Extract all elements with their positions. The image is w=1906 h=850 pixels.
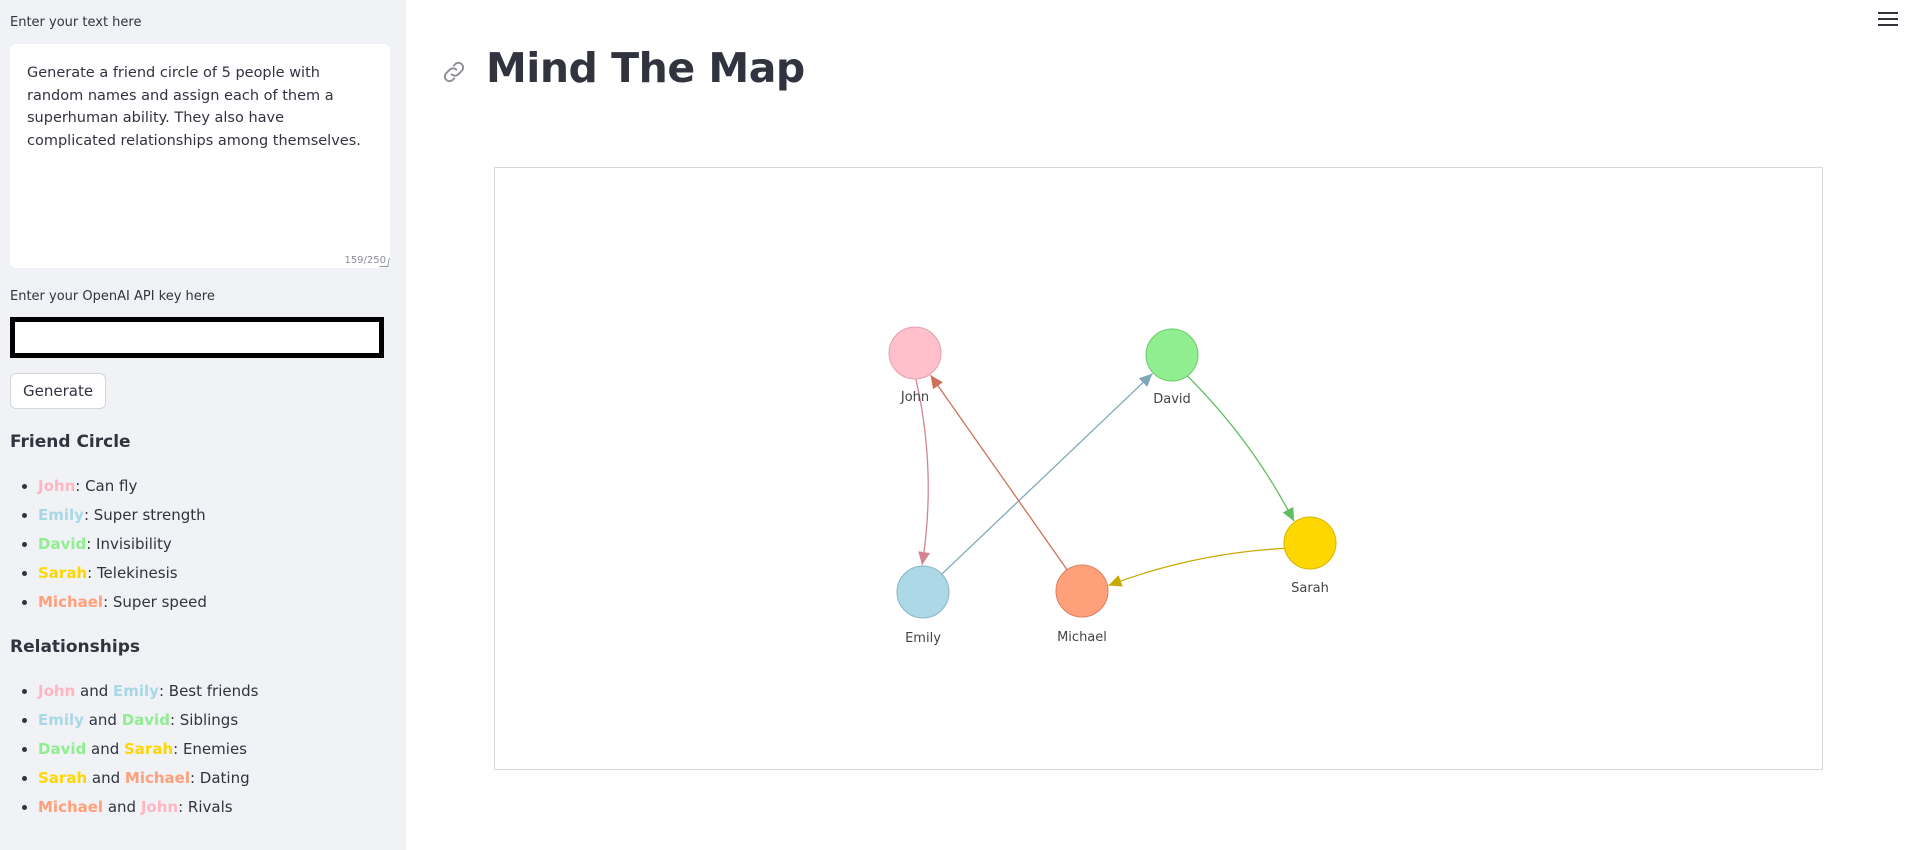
api-key-input[interactable]: [10, 317, 384, 358]
graph-edge[interactable]: [1108, 547, 1285, 587]
relationship-rel: : Enemies: [173, 740, 247, 758]
relationship-b: Sarah: [124, 740, 174, 758]
text-input-label: Enter your text here: [10, 15, 142, 30]
friend-item: Michael: Super speed: [38, 588, 207, 617]
relationship-item: Emily and David: Siblings: [38, 706, 258, 735]
relationship-rel: : Dating: [189, 769, 250, 787]
relationship-b: Emily: [113, 682, 159, 700]
relationship-a: David: [38, 740, 87, 758]
friend-ability: : Invisibility: [86, 535, 172, 553]
api-key-label: Enter your OpenAI API key here: [10, 289, 215, 304]
graph-node-david[interactable]: [1145, 328, 1199, 382]
graph-edge[interactable]: [915, 378, 929, 566]
relationships-list: John and Emily: Best friendsEmily and Da…: [10, 677, 258, 822]
graph-node-label: David: [1153, 392, 1191, 407]
page-title: Mind The Map: [486, 44, 805, 92]
friend-item: John: Can fly: [38, 472, 207, 501]
friend-name: Michael: [38, 593, 104, 611]
relationship-and: and: [103, 798, 141, 816]
edge-arrowhead-icon: [918, 551, 931, 566]
sidebar: Enter your text here Generate a friend c…: [0, 0, 406, 850]
relationship-rel: : Best friends: [158, 682, 259, 700]
relationships-heading: Relationships: [10, 637, 140, 657]
relationship-b: John: [140, 798, 179, 816]
graph-node-sarah[interactable]: [1283, 516, 1337, 570]
relationship-item: John and Emily: Best friends: [38, 677, 258, 706]
graph-node-label: Michael: [1057, 630, 1107, 645]
relationship-rel: : Rivals: [178, 798, 233, 816]
link-icon[interactable]: [440, 58, 468, 86]
graph-node-john[interactable]: [888, 326, 942, 380]
friend-name: John: [38, 477, 76, 495]
relationship-item: David and Sarah: Enemies: [38, 735, 258, 764]
graph-canvas[interactable]: John David Sarah Emily Michael: [495, 168, 1822, 769]
edge-arrowhead-icon: [1282, 506, 1295, 522]
relationship-rel: : Siblings: [169, 711, 239, 729]
prompt-text: Generate a friend circle of 5 people wit…: [27, 65, 361, 149]
relationship-b: Michael: [124, 769, 190, 787]
graph-edge[interactable]: [929, 374, 1068, 571]
relationship-a: Michael: [38, 798, 104, 816]
friend-ability: : Can fly: [75, 477, 138, 495]
friend-item: David: Invisibility: [38, 530, 207, 559]
friend-circle-heading: Friend Circle: [10, 432, 131, 452]
friend-name: Sarah: [38, 564, 88, 582]
graph-node-label: Sarah: [1291, 581, 1329, 596]
generate-button[interactable]: Generate: [10, 373, 107, 409]
friend-ability: : Telekinesis: [87, 564, 178, 582]
graph-edge[interactable]: [941, 373, 1153, 575]
graph-node-label: John: [900, 390, 929, 405]
friend-name: David: [38, 535, 87, 553]
friend-ability: : Super strength: [83, 506, 206, 524]
graph-node-label: Emily: [905, 631, 941, 646]
graph-edge[interactable]: [1186, 375, 1295, 522]
graph-node-emily[interactable]: [896, 565, 950, 619]
relationship-item: Michael and John: Rivals: [38, 793, 258, 822]
relationship-a: Emily: [38, 711, 84, 729]
friend-name: Emily: [38, 506, 84, 524]
friend-circle-list: John: Can flyEmily: Super strengthDavid:…: [10, 472, 207, 617]
relationship-a: John: [38, 682, 76, 700]
relationship-and: and: [87, 769, 125, 787]
friend-item: Sarah: Telekinesis: [38, 559, 207, 588]
mind-map-graph[interactable]: John David Sarah Emily Michael: [494, 167, 1823, 770]
relationship-and: and: [75, 682, 114, 700]
graph-node-michael[interactable]: [1055, 564, 1109, 618]
relationship-b: David: [121, 711, 170, 729]
relationship-and: and: [86, 740, 124, 758]
relationship-item: Sarah and Michael: Dating: [38, 764, 258, 793]
hamburger-menu-icon[interactable]: [1878, 12, 1898, 28]
resize-grip-icon[interactable]: [379, 258, 390, 267]
relationship-a: Sarah: [38, 769, 88, 787]
relationship-and: and: [83, 711, 122, 729]
prompt-textarea[interactable]: Generate a friend circle of 5 people wit…: [10, 44, 390, 268]
friend-ability: : Super speed: [103, 593, 207, 611]
edge-arrowhead-icon: [930, 375, 943, 390]
edge-arrowhead-icon: [1108, 575, 1123, 587]
friend-item: Emily: Super strength: [38, 501, 207, 530]
